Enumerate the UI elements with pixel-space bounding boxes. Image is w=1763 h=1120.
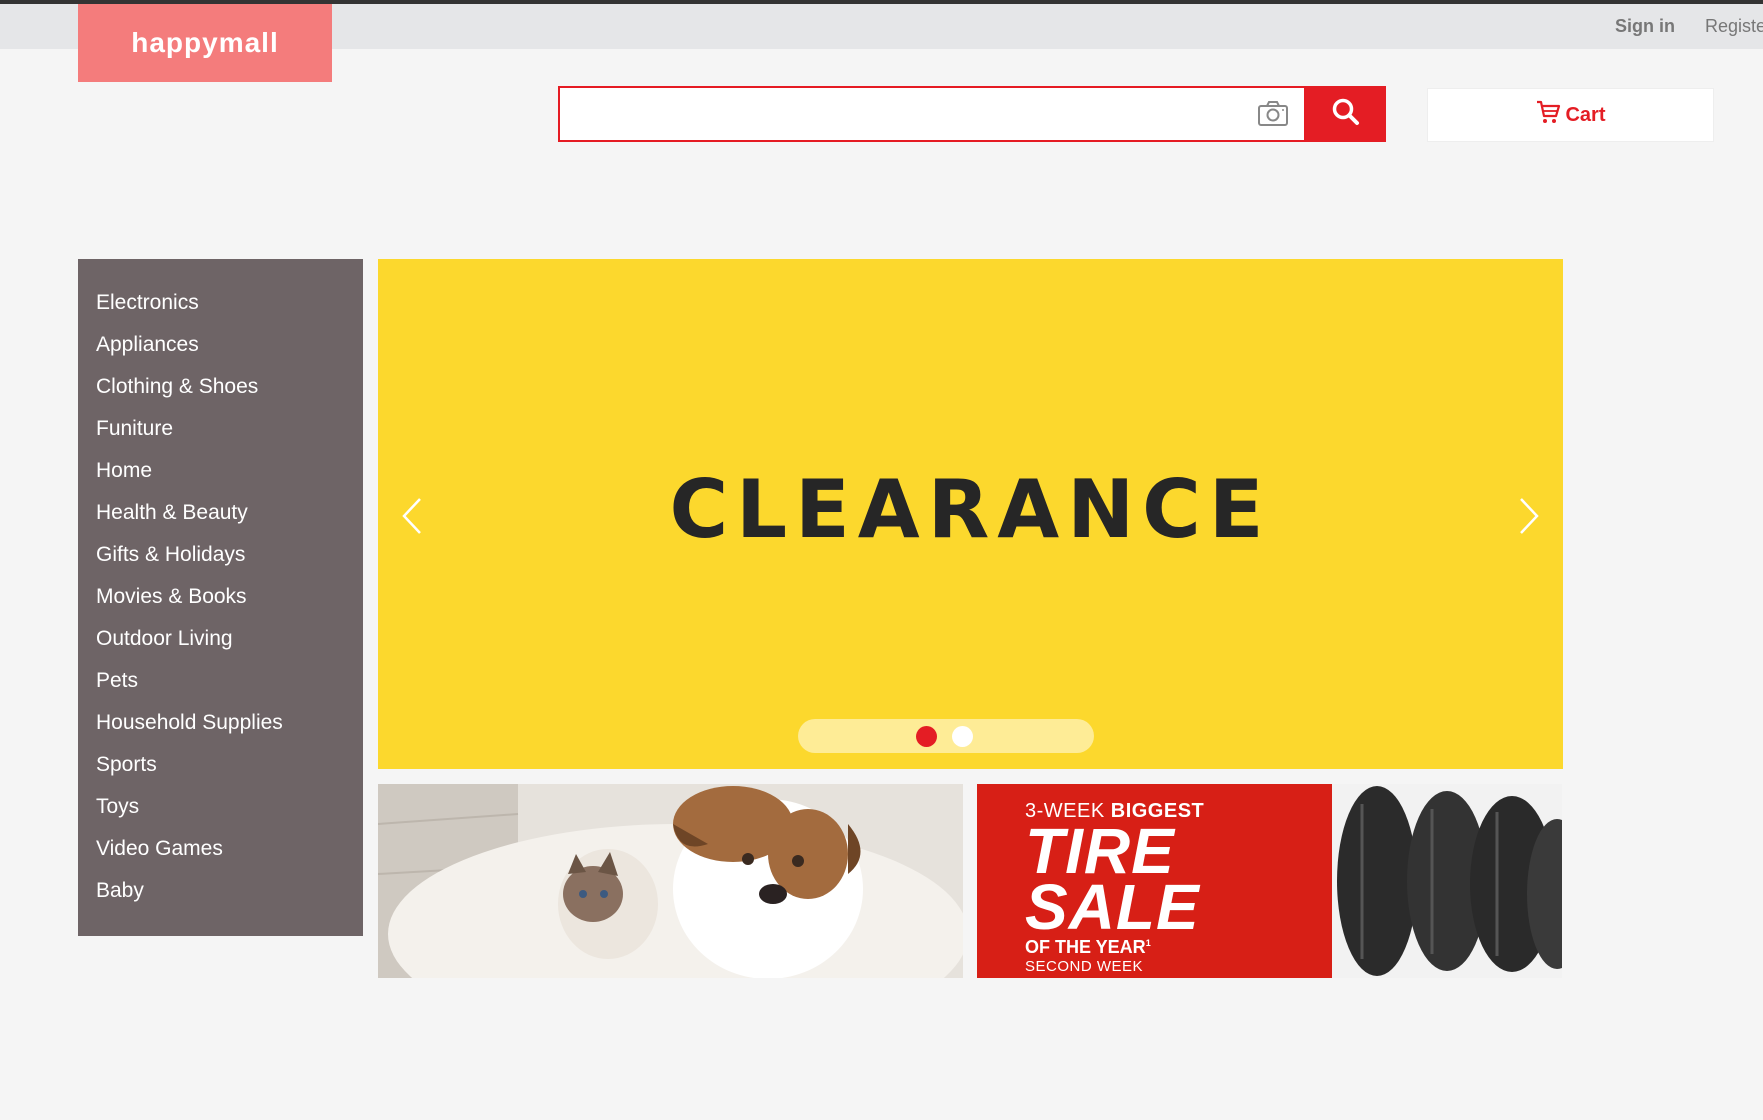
sidebar-item-appliances[interactable]: Appliances	[96, 330, 363, 372]
sidebar-item-pets[interactable]: Pets	[96, 666, 363, 708]
sidebar-item-outdoor-living[interactable]: Outdoor Living	[96, 624, 363, 666]
carousel-slide-text: CLEARANCE	[669, 462, 1272, 556]
sidebar-item-home[interactable]: Home	[96, 456, 363, 498]
chevron-right-icon[interactable]	[1513, 491, 1543, 541]
cart-button[interactable]: Cart	[1427, 88, 1714, 142]
promo-pets-banner[interactable]	[378, 784, 963, 978]
sign-in-link[interactable]: Sign in	[1615, 16, 1675, 37]
tire-sale-text: 3-WEEK BIGGEST TIRE SALE OF THE YEAR1 SE…	[1025, 800, 1204, 975]
tire-sale-line3: SALE	[1025, 871, 1200, 943]
sidebar-item-video-games[interactable]: Video Games	[96, 834, 363, 876]
sidebar-item-household-supplies[interactable]: Household Supplies	[96, 708, 363, 750]
search-bar	[558, 86, 1306, 142]
sidebar-item-baby[interactable]: Baby	[96, 876, 363, 918]
chevron-left-icon[interactable]	[398, 491, 428, 541]
sidebar-item-toys[interactable]: Toys	[96, 792, 363, 834]
cart-icon	[1535, 99, 1561, 131]
hero-carousel[interactable]: CLEARANCE	[378, 259, 1563, 769]
tire-sale-line5: SECOND WEEK	[1025, 958, 1144, 975]
register-link[interactable]: Register	[1705, 16, 1763, 37]
sidebar-item-health-beauty[interactable]: Health & Beauty	[96, 498, 363, 540]
sidebar-item-gifts-holidays[interactable]: Gifts & Holidays	[96, 540, 363, 582]
sidebar-item-movies-books[interactable]: Movies & Books	[96, 582, 363, 624]
promo-tire-sale-banner[interactable]: 3-WEEK BIGGEST TIRE SALE OF THE YEAR1 SE…	[977, 784, 1562, 978]
camera-icon[interactable]	[1257, 99, 1289, 127]
search-button[interactable]	[1306, 86, 1386, 142]
sidebar-item-sports[interactable]: Sports	[96, 750, 363, 792]
carousel-dot-2[interactable]	[952, 726, 973, 747]
cart-label: Cart	[1565, 103, 1606, 126]
pets-image	[378, 784, 963, 978]
category-sidebar: Electronics Appliances Clothing & Shoes …	[78, 259, 363, 936]
sidebar-item-furniture[interactable]: Funiture	[96, 414, 363, 456]
carousel-indicators	[798, 719, 1094, 753]
search-input[interactable]	[568, 88, 1252, 140]
search-icon	[1331, 97, 1361, 132]
carousel-dot-1[interactable]	[916, 726, 937, 747]
account-links: Sign in Register	[1615, 4, 1763, 49]
sidebar-item-clothing-shoes[interactable]: Clothing & Shoes	[96, 372, 363, 414]
sidebar-item-electronics[interactable]: Electronics	[96, 288, 363, 330]
logo[interactable]: happymall	[78, 4, 332, 82]
